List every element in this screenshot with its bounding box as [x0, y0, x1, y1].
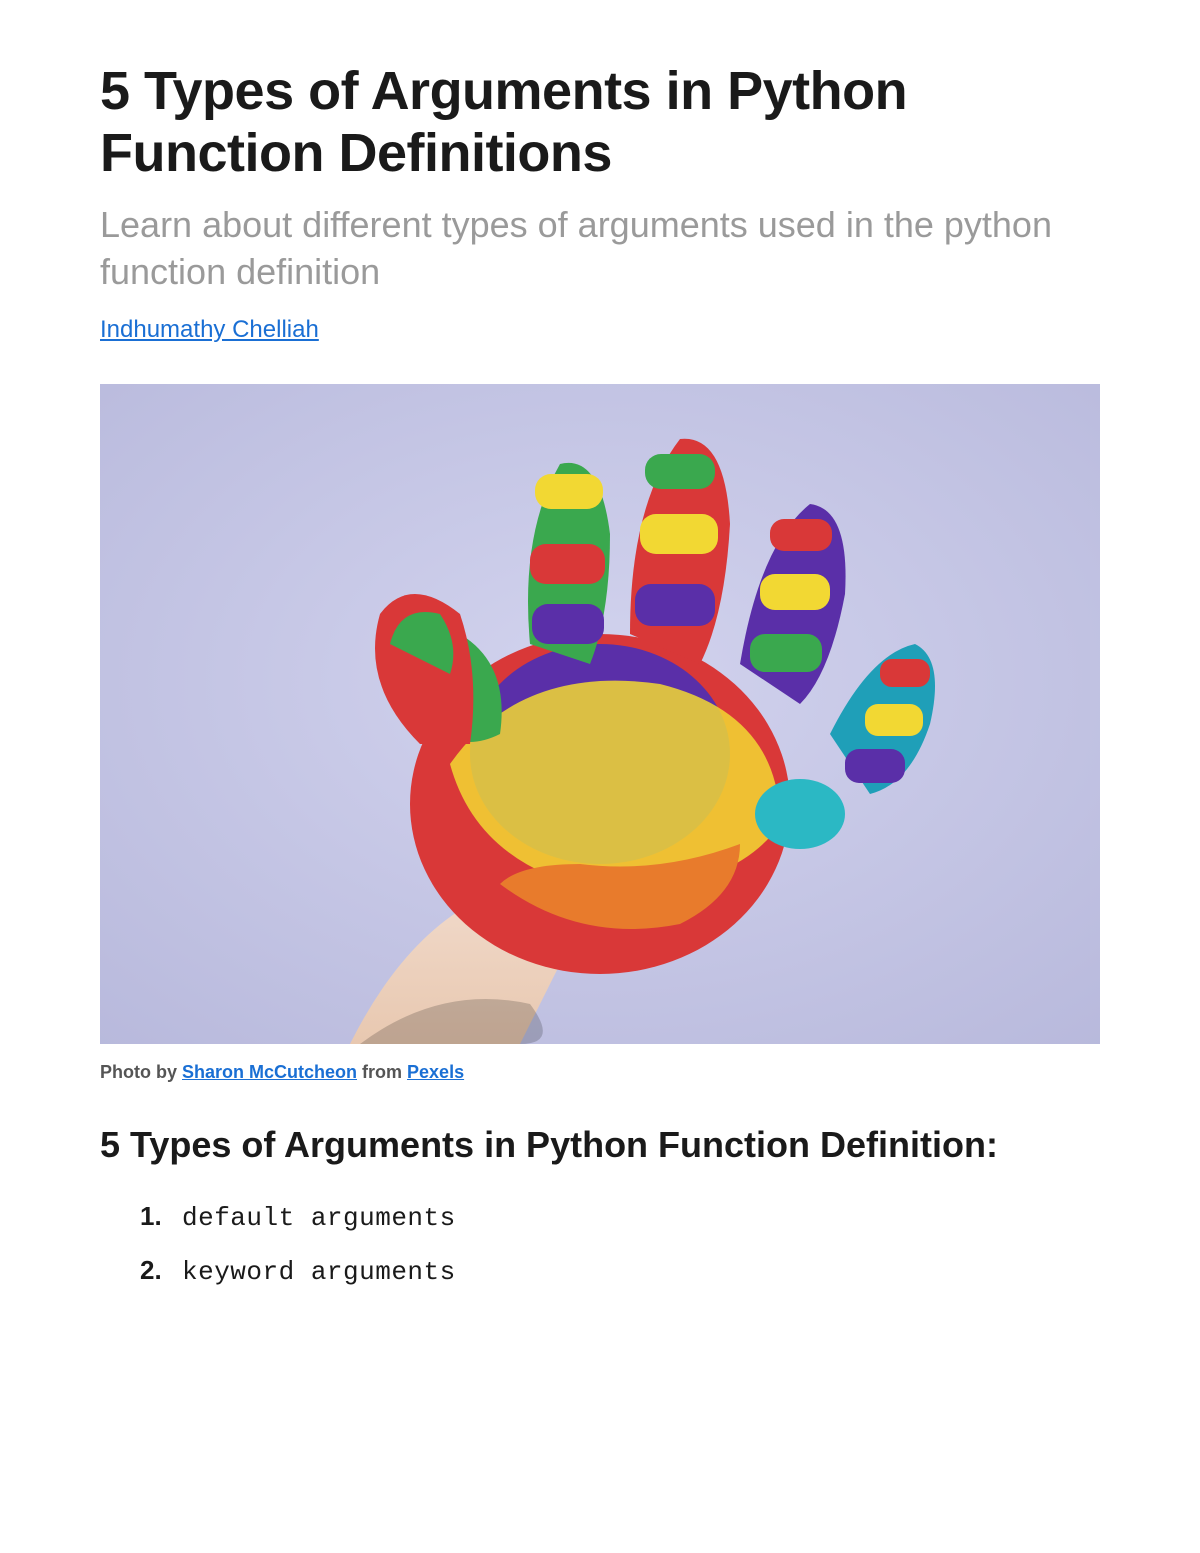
hero-image: [100, 384, 1100, 1044]
list-item: 2. keyword arguments: [140, 1250, 1100, 1294]
list-text: default arguments: [182, 1198, 456, 1240]
article-subtitle: Learn about different types of arguments…: [100, 202, 1100, 296]
list-text: keyword arguments: [182, 1252, 456, 1294]
photographer-link[interactable]: Sharon McCutcheon: [182, 1062, 357, 1082]
image-caption: Photo by Sharon McCutcheon from Pexels: [100, 1062, 1100, 1083]
list-number: 2.: [140, 1250, 168, 1292]
section-heading: 5 Types of Arguments in Python Function …: [100, 1123, 1100, 1166]
arguments-list: 1. default arguments 2. keyword argument…: [100, 1196, 1100, 1293]
caption-middle: from: [357, 1062, 407, 1082]
source-link[interactable]: Pexels: [407, 1062, 464, 1082]
author-link[interactable]: Indhumathy Chelliah: [100, 316, 319, 344]
list-item: 1. default arguments: [140, 1196, 1100, 1240]
caption-prefix: Photo by: [100, 1062, 182, 1082]
article-title: 5 Types of Arguments in Python Function …: [100, 60, 1100, 184]
list-number: 1.: [140, 1196, 168, 1238]
